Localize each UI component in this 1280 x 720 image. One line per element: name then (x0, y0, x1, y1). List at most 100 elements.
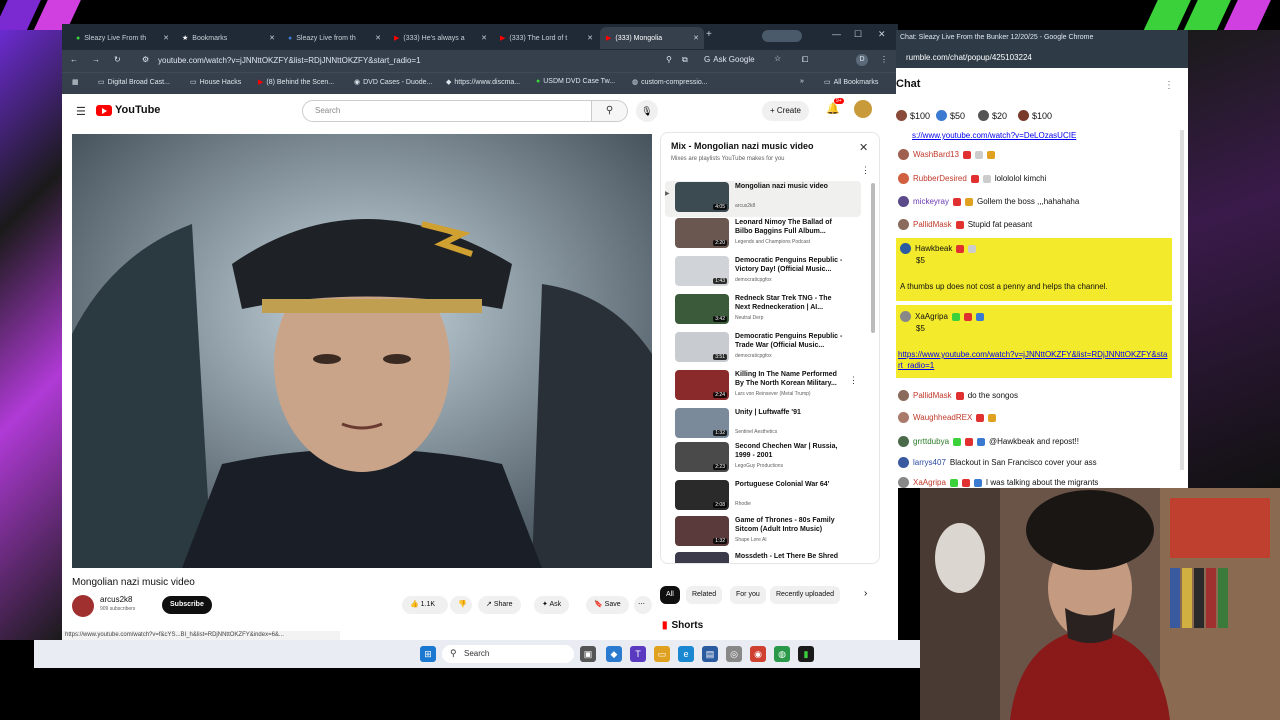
file-explorer-icon[interactable]: ▭ (654, 646, 670, 662)
taskbar-search[interactable]: ⚲ Search (442, 645, 574, 663)
close-icon[interactable]: ✕ (481, 34, 487, 42)
bookmark-2[interactable]: ▭ House Hacks (190, 78, 241, 87)
playlist-item[interactable]: 1:43 Democratic Penguins Republic - Victo… (665, 255, 861, 291)
chat-username[interactable]: grrttdubya (913, 436, 949, 447)
apps-icon[interactable]: ▦ (72, 78, 79, 86)
profile-avatar[interactable]: D (856, 54, 868, 66)
tab-3[interactable]: ● Sleazy Live from th ✕ (282, 27, 386, 49)
star-icon[interactable]: ☆ (774, 54, 781, 63)
chrome-icon[interactable]: ◍ (774, 646, 790, 662)
playlist-item[interactable]: 3:51 Democratic Penguins Republic - Trade… (665, 331, 861, 367)
chat-username[interactable]: XaAgripa (913, 477, 946, 488)
chat-menu-icon[interactable]: ⋮ (1164, 80, 1174, 91)
ask-google-button[interactable]: G Ask Google (704, 55, 755, 64)
chat-username[interactable]: WashBard13 (913, 149, 959, 160)
chat-link[interactable]: s://www.youtube.com/watch?v=DeLOzasUCIE (912, 131, 1076, 140)
video-thumbnail[interactable]: 1:32 (675, 516, 729, 546)
new-tab-icon[interactable]: + (706, 29, 712, 40)
url-field[interactable]: youtube.com/watch?v=jJNNttOKZFY&list=RDj… (158, 56, 421, 65)
dislike-button[interactable]: 👎 (450, 596, 472, 614)
tab-1[interactable]: ● Sleazy Live From th ✕ (70, 27, 174, 49)
bookmark-5[interactable]: ◆ https://www.discma... (446, 78, 520, 87)
video-thumbnail[interactable]: 4:05 (675, 182, 729, 212)
close-icon[interactable]: ✕ (269, 34, 275, 42)
bookmark-6[interactable]: ● USDM DVD Case Tw... (536, 78, 615, 85)
scrollbar[interactable] (871, 183, 875, 333)
task-view-icon[interactable]: ▣ (580, 646, 596, 662)
item-menu-icon[interactable]: ⋮ (849, 375, 858, 386)
more-bookmarks-icon[interactable]: » (800, 78, 804, 85)
chat-username[interactable]: WaughheadREX (913, 412, 972, 423)
chat-username[interactable]: PallidMask (913, 390, 952, 401)
tab-5[interactable]: ▶ (333) The Lord of t ✕ (494, 27, 598, 49)
chat-username[interactable]: RubberDesired (913, 173, 967, 184)
edge-icon[interactable]: e (678, 646, 694, 662)
super-chat-link[interactable]: https://www.youtube.com/watch?v=jJNNttOK… (898, 349, 1168, 371)
bookmark-1[interactable]: ▭ Digital Broad Cast... (98, 78, 170, 87)
bookmark-4[interactable]: ◉ DVD Cases - Duode... (354, 78, 432, 87)
playlist-item[interactable]: 2:24 Killing In The Name Performed By The… (665, 369, 861, 405)
close-window-icon[interactable]: ✕ (878, 29, 886, 40)
chat-username[interactable]: PallidMask (913, 219, 952, 230)
more-actions-icon[interactable]: ⋯ (634, 596, 652, 614)
store-icon[interactable]: ▤ (702, 646, 718, 662)
avatar[interactable] (854, 100, 872, 118)
chip-all[interactable]: All (660, 586, 680, 604)
youtube-logo[interactable]: YouTube (96, 104, 160, 116)
teams-icon[interactable]: T (630, 646, 646, 662)
tab-6-active[interactable]: ▶ (333) Mongolia ✕ (600, 27, 704, 49)
close-icon[interactable]: ✕ (587, 34, 593, 42)
video-thumbnail[interactable] (675, 552, 729, 563)
video-player[interactable] (72, 134, 652, 568)
playlist-item[interactable]: 3:42 Redneck Star Trek TNG - The Next Red… (665, 293, 861, 329)
subscribe-button[interactable]: Subscribe (162, 596, 212, 614)
search-icon[interactable]: ⚲ (666, 55, 672, 64)
bookmark-7[interactable]: ◍ custom-compressio... (632, 78, 708, 87)
playlist-item[interactable]: 1:32 Unity | Luftwaffe '91 Sentinel Aesthe… (665, 407, 861, 443)
hamburger-icon[interactable]: ☰ (76, 105, 86, 118)
site-info-icon[interactable]: ⚙ (142, 55, 149, 64)
all-bookmarks[interactable]: ▭ All Bookmarks (824, 78, 878, 87)
create-button[interactable]: + Create (762, 101, 809, 121)
playlist-item[interactable]: 1:32 Game of Thrones - 80s Family Sitcom … (665, 515, 861, 551)
chip-for-you[interactable]: For you (730, 586, 766, 604)
windows-start-icon[interactable]: ⊞ (420, 646, 436, 662)
tab-4[interactable]: ▶ (333) He's always a ✕ (388, 27, 492, 49)
maximize-icon[interactable]: ☐ (854, 29, 862, 40)
close-icon[interactable]: ✕ (693, 34, 699, 42)
close-icon[interactable]: ✕ (163, 34, 169, 42)
video-thumbnail[interactable]: 1:43 (675, 256, 729, 286)
more-options-icon[interactable]: ⋮ (861, 165, 870, 176)
cast-icon[interactable]: ⧉ (682, 55, 688, 65)
video-thumbnail[interactable]: 2:24 (675, 370, 729, 400)
chip-related[interactable]: Related (686, 586, 723, 604)
extensions-icon[interactable]: ⧠ (802, 55, 808, 65)
playlist-item[interactable]: 2:20 Leonard Nimoy The Ballad of Bilbo Ba… (665, 217, 861, 253)
search-button[interactable]: ⚲ (592, 100, 628, 122)
video-thumbnail[interactable]: 2:20 (675, 218, 729, 248)
menu-icon[interactable]: ⋮ (880, 55, 888, 64)
terminal-icon[interactable]: ▮ (798, 646, 814, 662)
tab-2[interactable]: ★ Bookmarks ✕ (176, 27, 280, 49)
close-icon[interactable]: ✕ (859, 141, 868, 154)
video-thumbnail[interactable]: 2:23 (675, 442, 729, 472)
app-icon[interactable]: ◎ (726, 646, 742, 662)
chat-username[interactable]: Hawkbeak (915, 243, 952, 254)
like-button[interactable]: 👍 1.1K (402, 596, 448, 614)
video-thumbnail[interactable]: 3:51 (675, 332, 729, 362)
search-input[interactable]: Search (302, 100, 592, 122)
minimize-icon[interactable]: — (832, 29, 841, 39)
chat-username[interactable]: XaAgripa (915, 311, 948, 322)
chat-username[interactable]: larrys407 (913, 457, 946, 468)
share-button[interactable]: ↗ Share (478, 596, 521, 614)
video-thumbnail[interactable]: 2:08 (675, 480, 729, 510)
close-icon[interactable]: ✕ (375, 34, 381, 42)
reload-icon[interactable]: ↻ (114, 55, 121, 64)
channel-name[interactable]: arcus2k8 (100, 595, 132, 604)
forward-icon[interactable]: → (92, 55, 100, 64)
playlist-item[interactable]: 4:05 Mongolian nazi music video arcus2k8 ▶ (665, 181, 861, 217)
profile-chip[interactable] (762, 30, 802, 42)
video-thumbnail[interactable]: 1:32 (675, 408, 729, 438)
playlist-item[interactable]: 2:23 Second Chechen War | Russia, 1999 - … (665, 441, 861, 477)
channel-avatar[interactable] (72, 595, 94, 617)
